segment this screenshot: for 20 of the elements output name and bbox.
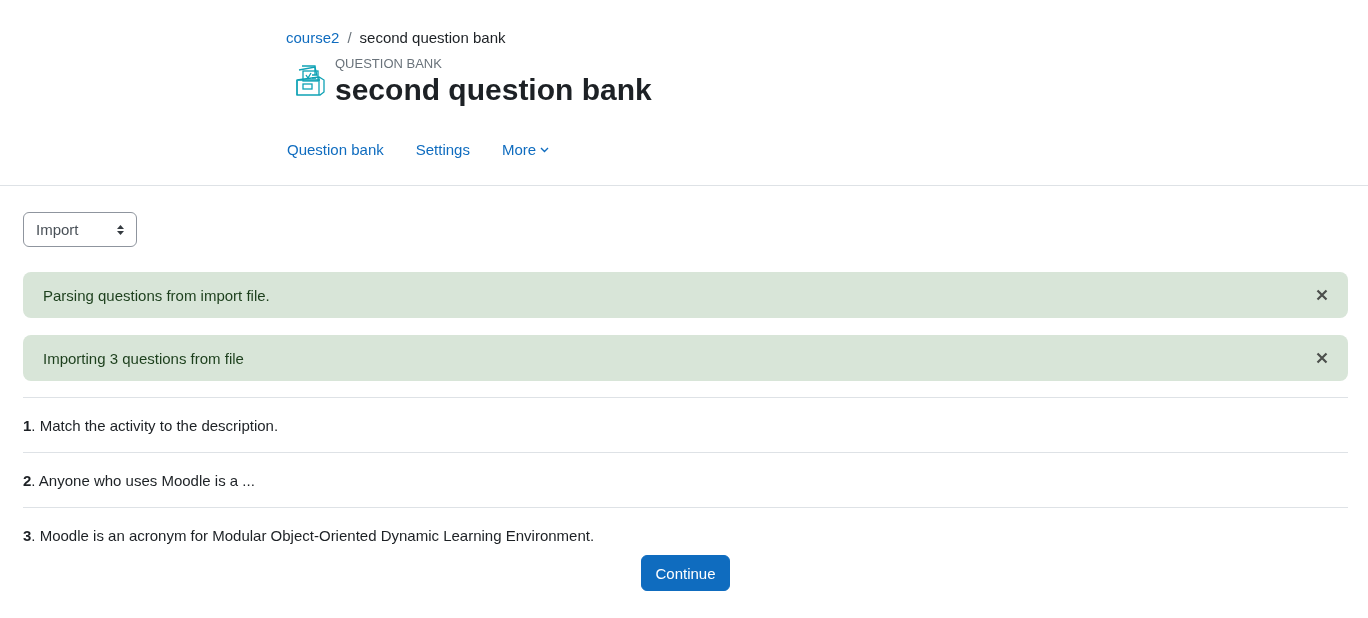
imported-question: 2. Anyone who uses Moodle is a ...	[23, 452, 1348, 507]
chevron-down-icon	[540, 147, 550, 153]
breadcrumb-separator: /	[347, 28, 352, 48]
breadcrumb-link[interactable]: course2	[286, 28, 340, 48]
close-button[interactable]	[1316, 352, 1328, 364]
imported-question: 1. Match the activity to the description.	[23, 397, 1348, 452]
question-bank-icon	[296, 63, 326, 96]
imported-question: 3. Moodle is an acronym for Modular Object-Oriented Dynamic Learning Environment.	[23, 507, 1348, 545]
continue-button[interactable]: Continue	[641, 555, 730, 591]
page-subtitle: QUESTION BANK	[335, 57, 443, 71]
alert-message: Parsing questions from import file.	[43, 286, 270, 304]
nav-tab[interactable]: More	[501, 140, 550, 160]
action-select[interactable]: Import	[23, 212, 137, 247]
alert-message: Importing 3 questions from file	[43, 349, 244, 367]
breadcrumb-current: second question bank	[359, 28, 506, 48]
nav-tab[interactable]: Settings	[415, 140, 470, 160]
page-title: second question bank	[335, 72, 652, 108]
nav-tab[interactable]: Question bank	[287, 140, 384, 160]
sort-caret-icon	[116, 223, 125, 236]
close-button[interactable]	[1316, 289, 1328, 301]
